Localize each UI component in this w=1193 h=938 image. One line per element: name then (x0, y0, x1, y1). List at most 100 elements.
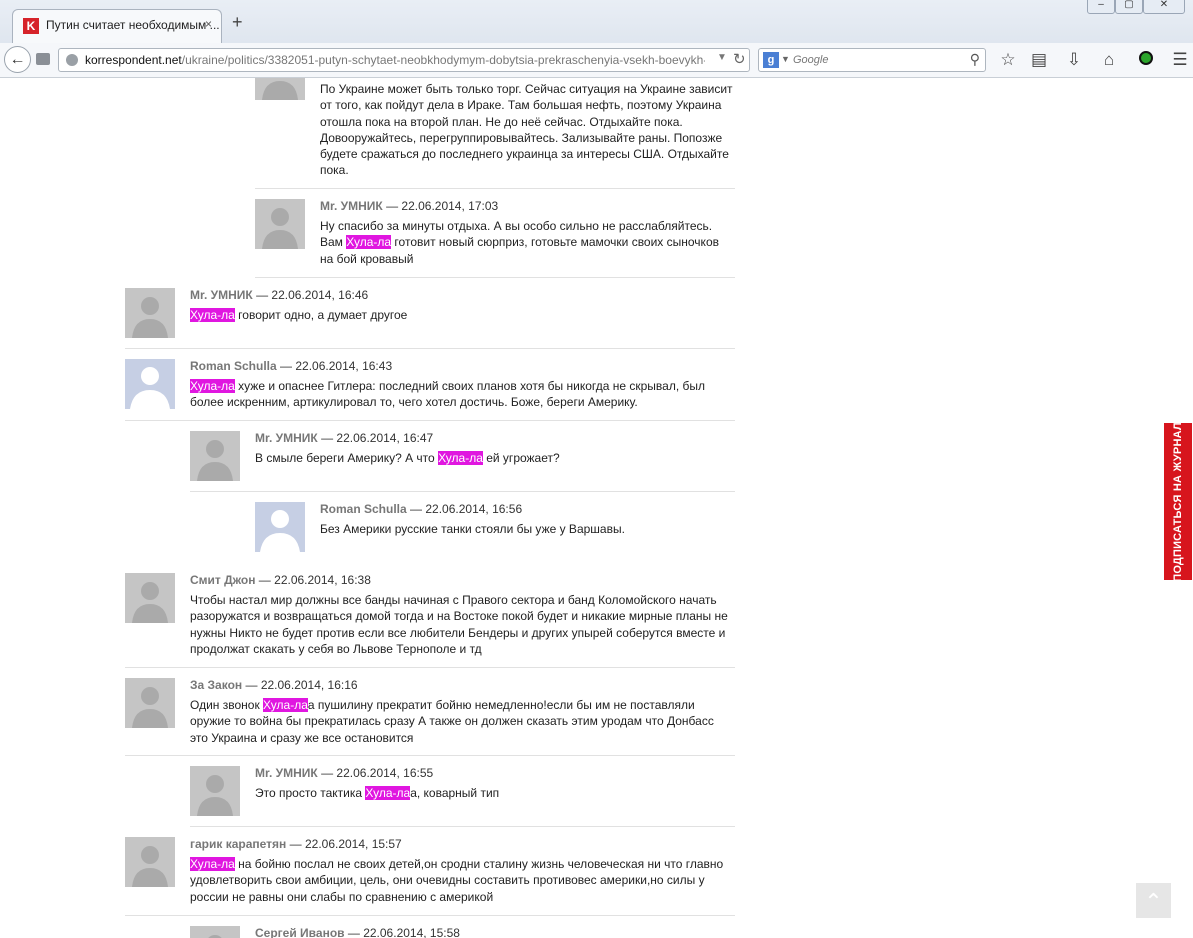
scroll-to-top-icon[interactable]: ⌃ (1136, 883, 1171, 918)
address-bar[interactable]: korrespondent.net/ukraine/politics/33820… (58, 48, 750, 72)
avatar[interactable] (190, 431, 240, 481)
comment-text: Хула-ла хуже и опаснее Гитлера: последни… (190, 379, 706, 410)
avatar[interactable] (125, 678, 175, 728)
comment-divider (125, 915, 735, 916)
site-favicon-icon: K (23, 18, 39, 34)
close-window-icon[interactable]: ✕ (1143, 0, 1185, 14)
comment-meta: Mr. УМНИК — 22.06.2014, 16:47 (255, 431, 434, 445)
comment-date: 22.06.2014, 16:38 (274, 573, 371, 587)
comment-author[interactable]: Roman Schulla (190, 359, 277, 373)
comment-divider (190, 826, 735, 827)
comment-author[interactable]: Mr. УМНИК (255, 766, 318, 780)
maximize-icon[interactable]: ▢ (1115, 0, 1143, 14)
tab-close-icon[interactable]: × (205, 17, 212, 31)
comment-divider (125, 348, 735, 349)
comment: По Украине может быть только торг. Сейча… (255, 78, 735, 189)
avatar[interactable] (125, 573, 175, 623)
comment-meta: Смит Джон — 22.06.2014, 16:38 (190, 573, 371, 587)
comment-text: Хула-ла говорит одно, а думает другое (190, 308, 408, 322)
comment-date: 22.06.2014, 16:46 (271, 288, 369, 302)
menu-icon[interactable]: ☰ (1170, 51, 1190, 71)
comment-date: 22.06.2014, 15:58 (363, 926, 460, 938)
back-button[interactable]: ← (4, 46, 31, 73)
comment: Roman Schulla — 22.06.2014, 16:43 Хула-л… (125, 359, 735, 419)
avatar[interactable] (255, 502, 305, 552)
avatar[interactable] (190, 926, 240, 938)
comment-divider (255, 277, 735, 278)
comment-text: Это просто тактика Хула-лаа, коварный ти… (255, 786, 500, 800)
google-icon[interactable]: g (763, 52, 779, 68)
reload-icon[interactable]: ↻ (733, 50, 746, 68)
comment-meta: гарик карапетян — 22.06.2014, 15:57 (190, 837, 402, 851)
avatar[interactable] (125, 837, 175, 887)
browser-tab[interactable]: K Путин считает необходимым ... × (12, 9, 222, 43)
comment: Сергей Иванов — 22.06.2014, 15:58 (190, 926, 735, 938)
comment-divider (125, 420, 735, 421)
comment-date: 22.06.2014, 17:03 (401, 199, 499, 213)
highlight: Хула-ла (263, 698, 308, 712)
comment-date: 22.06.2014, 16:47 (336, 431, 434, 445)
url-dropdown-icon[interactable]: ▼ (717, 52, 727, 63)
url-path: /ukraine/politics/3382051-putyn-schytaet… (181, 53, 705, 67)
highlight: Хула-ла (190, 857, 235, 871)
comment-author[interactable]: Сергей Иванов (255, 926, 345, 938)
comment-date: 22.06.2014, 15:57 (304, 837, 402, 851)
reading-list-icon[interactable]: ▤ (1029, 51, 1049, 71)
comment-text: По Украине может быть только торг. Сейча… (320, 82, 733, 178)
highlight: Хула-ла (190, 379, 235, 393)
url-domain: korrespondent.net (85, 53, 182, 67)
comment-meta: За Закон — 22.06.2014, 16:16 (190, 678, 358, 692)
bookmark-star-icon[interactable]: ☆ (998, 51, 1018, 71)
comment-divider (125, 667, 735, 668)
avatar[interactable] (125, 359, 175, 409)
avatar[interactable] (125, 288, 175, 338)
highlight: Хула-ла (346, 235, 392, 250)
comment-divider (125, 755, 735, 756)
comment-text: В смыле береги Америку? А что Хула-ла ей… (255, 451, 560, 465)
comment-text: Чтобы настал мир должны все банды начина… (190, 593, 728, 656)
comment: Смит Джон — 22.06.2014, 16:38 Чтобы наст… (125, 573, 735, 658)
comment-meta: Roman Schulla — 22.06.2014, 16:43 (190, 359, 393, 373)
minimize-icon[interactable]: – (1087, 0, 1115, 14)
comment-text: Хула-ла на бойню послал не своих детей,о… (190, 857, 724, 904)
download-icon[interactable]: ⇩ (1064, 51, 1084, 71)
comment-author[interactable]: Mr. УМНИК (320, 199, 383, 213)
comment: гарик карапетян — 22.06.2014, 15:57 Хула… (125, 837, 735, 907)
comment-author[interactable]: Roman Schulla (320, 502, 407, 516)
comment-text: Ну спасибо за минуты отдыха. А вы особо … (320, 219, 719, 266)
home-icon[interactable]: ⌂ (1099, 51, 1119, 71)
engine-dropdown-icon[interactable]: ▼ (781, 54, 790, 64)
url-text[interactable]: korrespondent.net/ukraine/politics/33820… (85, 53, 705, 67)
comment-meta: Mr. УМНИК — 22.06.2014, 16:55 (255, 766, 434, 780)
comment-text: Без Америки русские танки стояли бы уже … (320, 522, 625, 536)
search-icon[interactable]: ⚲ (970, 51, 980, 68)
globe-icon (66, 54, 78, 66)
comment-author[interactable]: гарик карапетян (190, 837, 286, 851)
comment-date: 22.06.2014, 16:56 (425, 502, 523, 516)
comment-author[interactable]: За Закон (190, 678, 242, 692)
page-content: По Украине может быть только торг. Сейча… (0, 78, 1193, 938)
comment-author[interactable]: Mr. УМНИК (255, 431, 318, 445)
avatar[interactable] (190, 766, 240, 816)
avatar (255, 78, 305, 100)
comment: Mr. УМНИК — 22.06.2014, 16:46 Хула-ла го… (125, 288, 735, 348)
comment-author[interactable]: Mr. УМНИК (190, 288, 253, 302)
search-input[interactable]: Google (793, 54, 828, 66)
new-tab-button[interactable]: + (232, 12, 243, 33)
subscribe-label: ПОДПИСАТЬСЯ НА ЖУРНАЛ (1172, 421, 1184, 582)
highlight: Хула-ла (365, 786, 411, 800)
comment: Roman Schulla — 22.06.2014, 16:56 Без Ам… (255, 502, 735, 562)
comment-meta: Mr. УМНИК — 22.06.2014, 17:03 (320, 199, 499, 213)
comment-meta: Mr. УМНИК — 22.06.2014, 16:46 (190, 288, 369, 302)
comment-meta: Сергей Иванов — 22.06.2014, 15:58 (255, 926, 460, 938)
highlight: Хула-ла (438, 451, 483, 465)
comment-author[interactable]: Смит Джон (190, 573, 255, 587)
subscribe-banner[interactable]: ПОДПИСАТЬСЯ НА ЖУРНАЛ (1164, 421, 1192, 582)
addon-icon[interactable] (1136, 51, 1156, 71)
comment: Mr. УМНИК — 22.06.2014, 16:55 Это просто… (190, 766, 735, 826)
page-info-icon[interactable] (36, 53, 50, 65)
search-box[interactable]: g ▼ Google ⚲ (758, 48, 986, 72)
comment-divider (190, 491, 735, 492)
comment: Mr. УМНИК — 22.06.2014, 16:47 В смыле бе… (190, 431, 735, 491)
avatar[interactable] (255, 199, 305, 249)
